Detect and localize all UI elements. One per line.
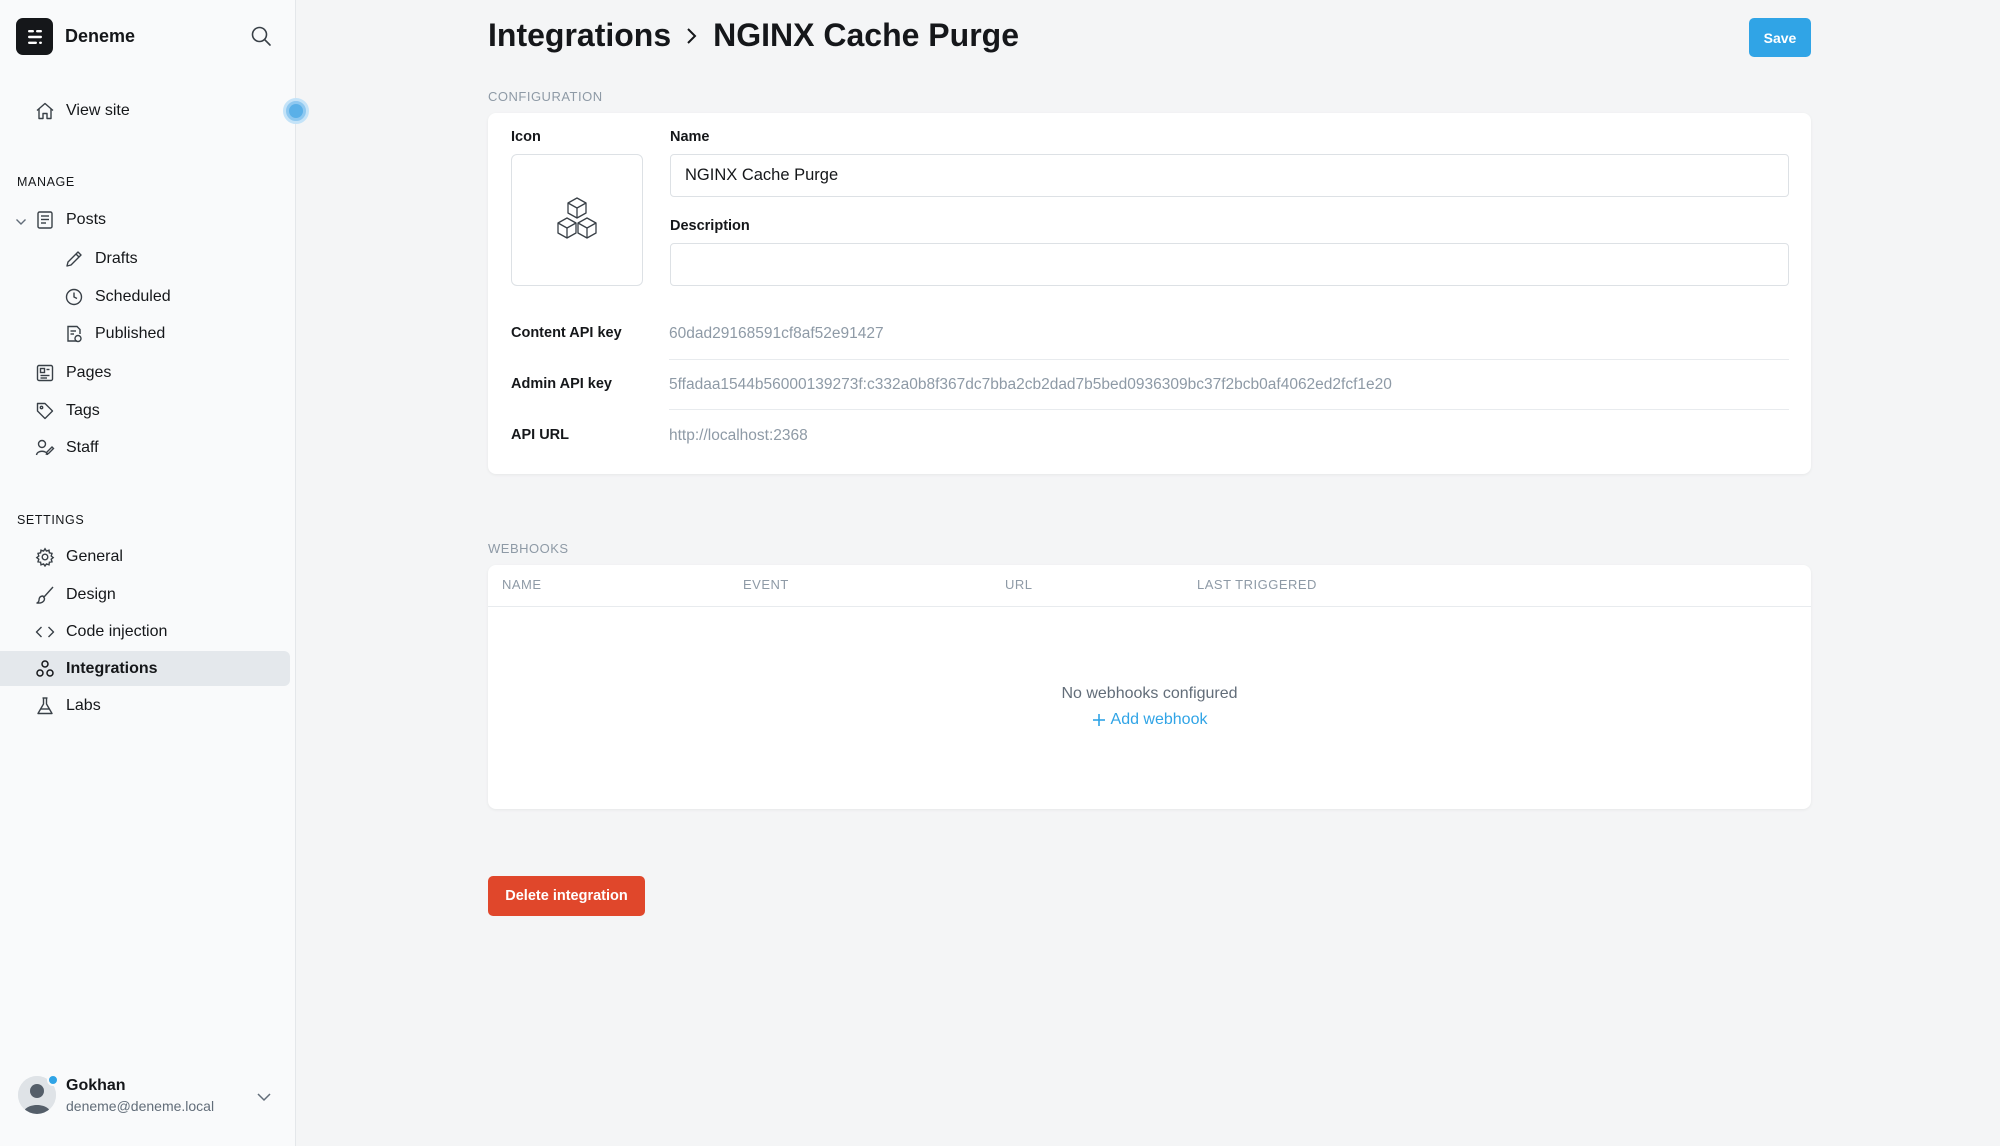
sidebar-item-design[interactable]: Design	[0, 577, 290, 612]
clock-icon	[63, 286, 85, 308]
sidebar-item-tags[interactable]: Tags	[0, 393, 290, 428]
avatar	[18, 1074, 59, 1114]
status-dot	[47, 1074, 59, 1086]
page-title: NGINX Cache Purge	[713, 17, 1019, 53]
sidebar-item-label: Design	[66, 585, 116, 603]
tag-icon	[34, 400, 56, 422]
sidebar-item-label: Code injection	[66, 622, 168, 640]
sidebar-item-integrations[interactable]: Integrations	[0, 651, 290, 686]
content-api-key-value[interactable]: 60dad29168591cf8af52e91427	[669, 325, 884, 343]
integrations-icon	[34, 658, 56, 680]
webhooks-table: NAME EVENT URL LAST TRIGGERED No webhook…	[488, 565, 1811, 809]
sidebar-item-posts[interactable]: Posts	[0, 202, 290, 237]
gear-icon	[34, 546, 56, 568]
sidebar-item-label: Staff	[66, 438, 99, 456]
sidebar-item-label: Pages	[66, 363, 112, 381]
sidebar-item-label: Labs	[66, 696, 101, 714]
sidebar-item-label: Integrations	[66, 659, 158, 677]
sidebar-item-label: General	[66, 547, 123, 565]
plus-icon	[1092, 714, 1105, 726]
search-icon[interactable]	[250, 25, 274, 49]
add-webhook-label: Add webhook	[1110, 711, 1208, 728]
breadcrumb: Integrations NGINX Cache Purge	[488, 17, 1019, 54]
sidebar-item-labs[interactable]: Labs	[0, 688, 290, 723]
app-root: Deneme View site MANAGE Posts Drafts Sch…	[0, 0, 2000, 1146]
published-document-icon	[63, 323, 85, 345]
sidebar-item-published[interactable]: Published	[0, 316, 290, 351]
pages-icon	[34, 362, 56, 384]
chevron-down-icon[interactable]	[15, 214, 27, 232]
ghost-logo-icon	[16, 18, 53, 55]
name-label: Name	[670, 129, 710, 145]
admin-api-key-label: Admin API key	[511, 376, 612, 392]
sidebar-item-label: Published	[95, 324, 166, 342]
icon-label: Icon	[511, 129, 541, 145]
user-name: Gokhan	[66, 1076, 126, 1094]
column-header-event: EVENT	[743, 577, 789, 592]
empty-state-message: No webhooks configured	[1061, 685, 1238, 702]
content-api-key-label: Content API key	[511, 325, 622, 341]
staff-icon	[34, 437, 56, 459]
code-icon	[34, 621, 56, 643]
sidebar-item-drafts[interactable]: Drafts	[0, 241, 290, 276]
site-name: Deneme	[65, 26, 136, 46]
name-field[interactable]	[670, 154, 1789, 197]
home-icon	[34, 100, 56, 122]
column-header-name: NAME	[502, 577, 542, 592]
sidebar-item-label: Drafts	[95, 249, 138, 267]
api-url-label: API URL	[511, 427, 569, 443]
user-profile[interactable]: Gokhan deneme@deneme.local	[18, 1074, 215, 1114]
api-url-value[interactable]: http://localhost:2368	[669, 427, 808, 445]
cubes-icon	[557, 197, 597, 239]
column-header-last-triggered: LAST TRIGGERED	[1197, 577, 1317, 592]
add-webhook-link[interactable]: Add webhook	[488, 711, 1811, 732]
divider	[669, 409, 1789, 410]
description-field[interactable]	[670, 243, 1789, 286]
pencil-icon	[63, 248, 85, 270]
webhooks-section-label: WEBHOOKS	[488, 541, 569, 556]
main-content: Integrations NGINX Cache Purge Save CONF…	[296, 0, 2000, 1146]
configuration-section-label: CONFIGURATION	[488, 89, 603, 104]
sidebar-item-label: Tags	[66, 401, 100, 419]
document-icon	[34, 209, 56, 231]
flask-icon	[34, 695, 56, 717]
sidebar-item-label: Posts	[66, 210, 107, 228]
integration-icon-upload[interactable]	[511, 154, 643, 286]
manage-section-label: MANAGE	[17, 175, 75, 189]
chevron-right-icon	[685, 25, 699, 47]
sidebar-item-scheduled[interactable]: Scheduled	[0, 279, 290, 314]
user-email: deneme@deneme.local	[66, 1097, 215, 1114]
divider	[669, 359, 1789, 360]
sidebar-item-view-site[interactable]: View site	[0, 93, 290, 128]
column-header-url: URL	[1005, 577, 1033, 592]
divider	[488, 606, 1811, 607]
sidebar-item-code-injection[interactable]: Code injection	[0, 614, 290, 649]
sidebar-item-pages[interactable]: Pages	[0, 355, 290, 390]
breadcrumb-integrations-link[interactable]: Integrations	[488, 17, 671, 54]
sidebar: Deneme View site MANAGE Posts Drafts Sch…	[0, 0, 309, 1146]
delete-integration-button[interactable]: Delete integration	[488, 876, 645, 916]
brush-icon	[34, 584, 56, 606]
sidebar-item-label: View site	[66, 101, 130, 119]
sidebar-item-general[interactable]: General	[0, 539, 290, 574]
settings-section-label: SETTINGS	[17, 513, 85, 527]
configuration-card: Icon Name Description Content API key 60…	[488, 113, 1811, 474]
admin-api-key-value[interactable]: 5ffadaa1544b56000139273f:c332a0b8f367dc7…	[669, 376, 1392, 394]
sidebar-item-staff[interactable]: Staff	[0, 430, 290, 465]
save-button[interactable]: Save	[1749, 18, 1811, 57]
description-label: Description	[670, 218, 750, 234]
sidebar-item-label: Scheduled	[95, 287, 171, 305]
chevron-down-icon[interactable]	[256, 1090, 272, 1108]
brand[interactable]: Deneme	[16, 18, 135, 55]
